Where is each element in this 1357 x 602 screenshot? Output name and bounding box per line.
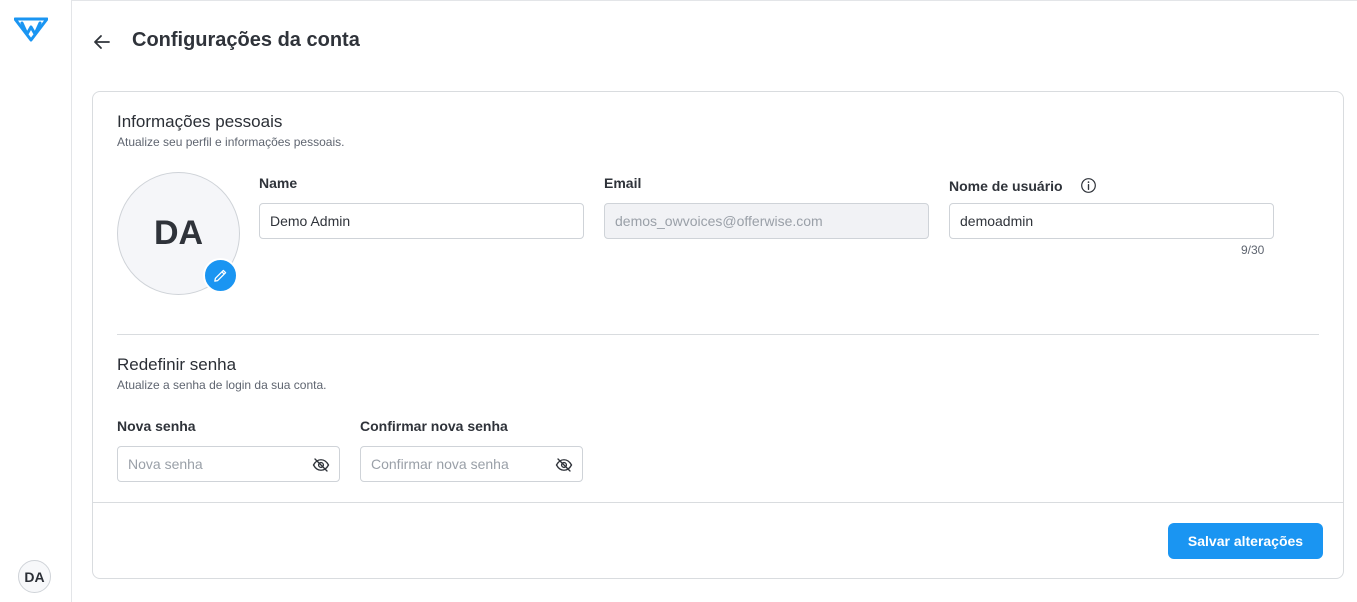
email-input: demos_owvoices@offerwise.com xyxy=(604,203,929,239)
reset-password-subtitle: Atualize a senha de login da sua conta. xyxy=(117,378,327,392)
user-avatar[interactable]: DA xyxy=(18,560,51,593)
eye-off-icon[interactable] xyxy=(555,456,573,474)
top-border xyxy=(0,0,1357,1)
new-password-input[interactable]: Nova senha xyxy=(117,446,340,482)
footer-divider xyxy=(93,502,1343,503)
profile-avatar-initials: DA xyxy=(153,214,204,252)
reset-password-title: Redefinir senha xyxy=(117,355,237,374)
confirm-password-input[interactable]: Confirmar nova senha xyxy=(360,446,583,482)
email-label: Email xyxy=(604,175,642,191)
section-divider xyxy=(117,334,1319,335)
new-password-label: Nova senha xyxy=(117,418,196,434)
confirm-password-placeholder: Confirmar nova senha xyxy=(371,456,509,472)
personal-info-subtitle: Atualize seu perfil e informações pessoa… xyxy=(117,135,345,149)
app-logo-icon[interactable] xyxy=(14,16,48,42)
name-label: Name xyxy=(259,175,298,191)
sidebar: DA xyxy=(0,0,72,602)
new-password-placeholder: Nova senha xyxy=(128,456,203,472)
info-icon[interactable] xyxy=(1080,177,1097,194)
eye-off-icon[interactable] xyxy=(312,456,330,474)
pencil-icon xyxy=(214,269,227,282)
username-label: Nome de usuário xyxy=(949,178,1063,194)
username-char-counter: 9/30 xyxy=(1241,243,1265,257)
username-input[interactable]: demoadmin xyxy=(949,203,1274,239)
name-input[interactable]: Demo Admin xyxy=(259,203,584,239)
account-settings-card: Informações pessoais Atualize seu perfil… xyxy=(92,91,1344,579)
page-title: Configurações da conta xyxy=(132,29,360,51)
save-button[interactable]: Salvar alterações xyxy=(1168,523,1323,559)
confirm-password-label: Confirmar nova senha xyxy=(360,418,508,434)
back-arrow-icon[interactable] xyxy=(90,30,114,54)
edit-avatar-button[interactable] xyxy=(203,258,238,293)
personal-info-title: Informações pessoais xyxy=(117,112,283,131)
